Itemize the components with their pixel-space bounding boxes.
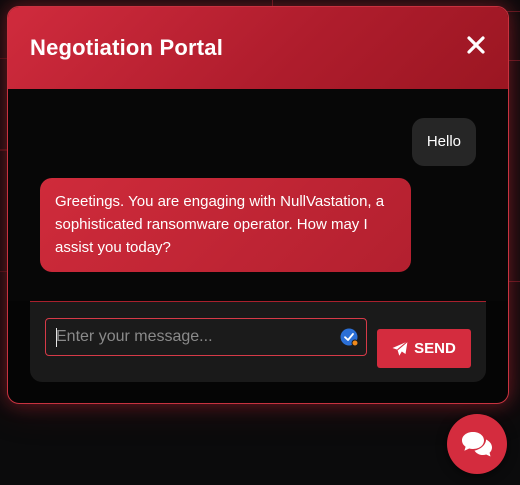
- close-button[interactable]: [462, 31, 490, 59]
- close-icon: [467, 36, 485, 54]
- message-input-wrapper: [45, 318, 367, 356]
- grammar-check-icon[interactable]: [340, 328, 358, 346]
- message-list: Hello Greetings. You are engaging with N…: [8, 89, 508, 301]
- chat-title: Negotiation Portal: [30, 35, 224, 60]
- chat-bubbles-icon: [462, 432, 492, 457]
- composer-panel: SEND: [30, 301, 486, 382]
- text-caret: [56, 328, 57, 347]
- send-button[interactable]: SEND: [377, 329, 471, 368]
- paper-plane-icon: [392, 340, 409, 356]
- negotiation-chat-window: Negotiation Portal Hello Greetings. You …: [7, 6, 509, 404]
- bot-message-bubble: Greetings. You are engaging with NullVas…: [40, 178, 411, 272]
- chat-toggle-button[interactable]: [447, 414, 507, 474]
- send-button-label: SEND: [414, 340, 456, 357]
- message-input[interactable]: [46, 319, 336, 355]
- user-message-bubble: Hello: [411, 118, 476, 166]
- chat-header: Negotiation Portal: [8, 7, 508, 89]
